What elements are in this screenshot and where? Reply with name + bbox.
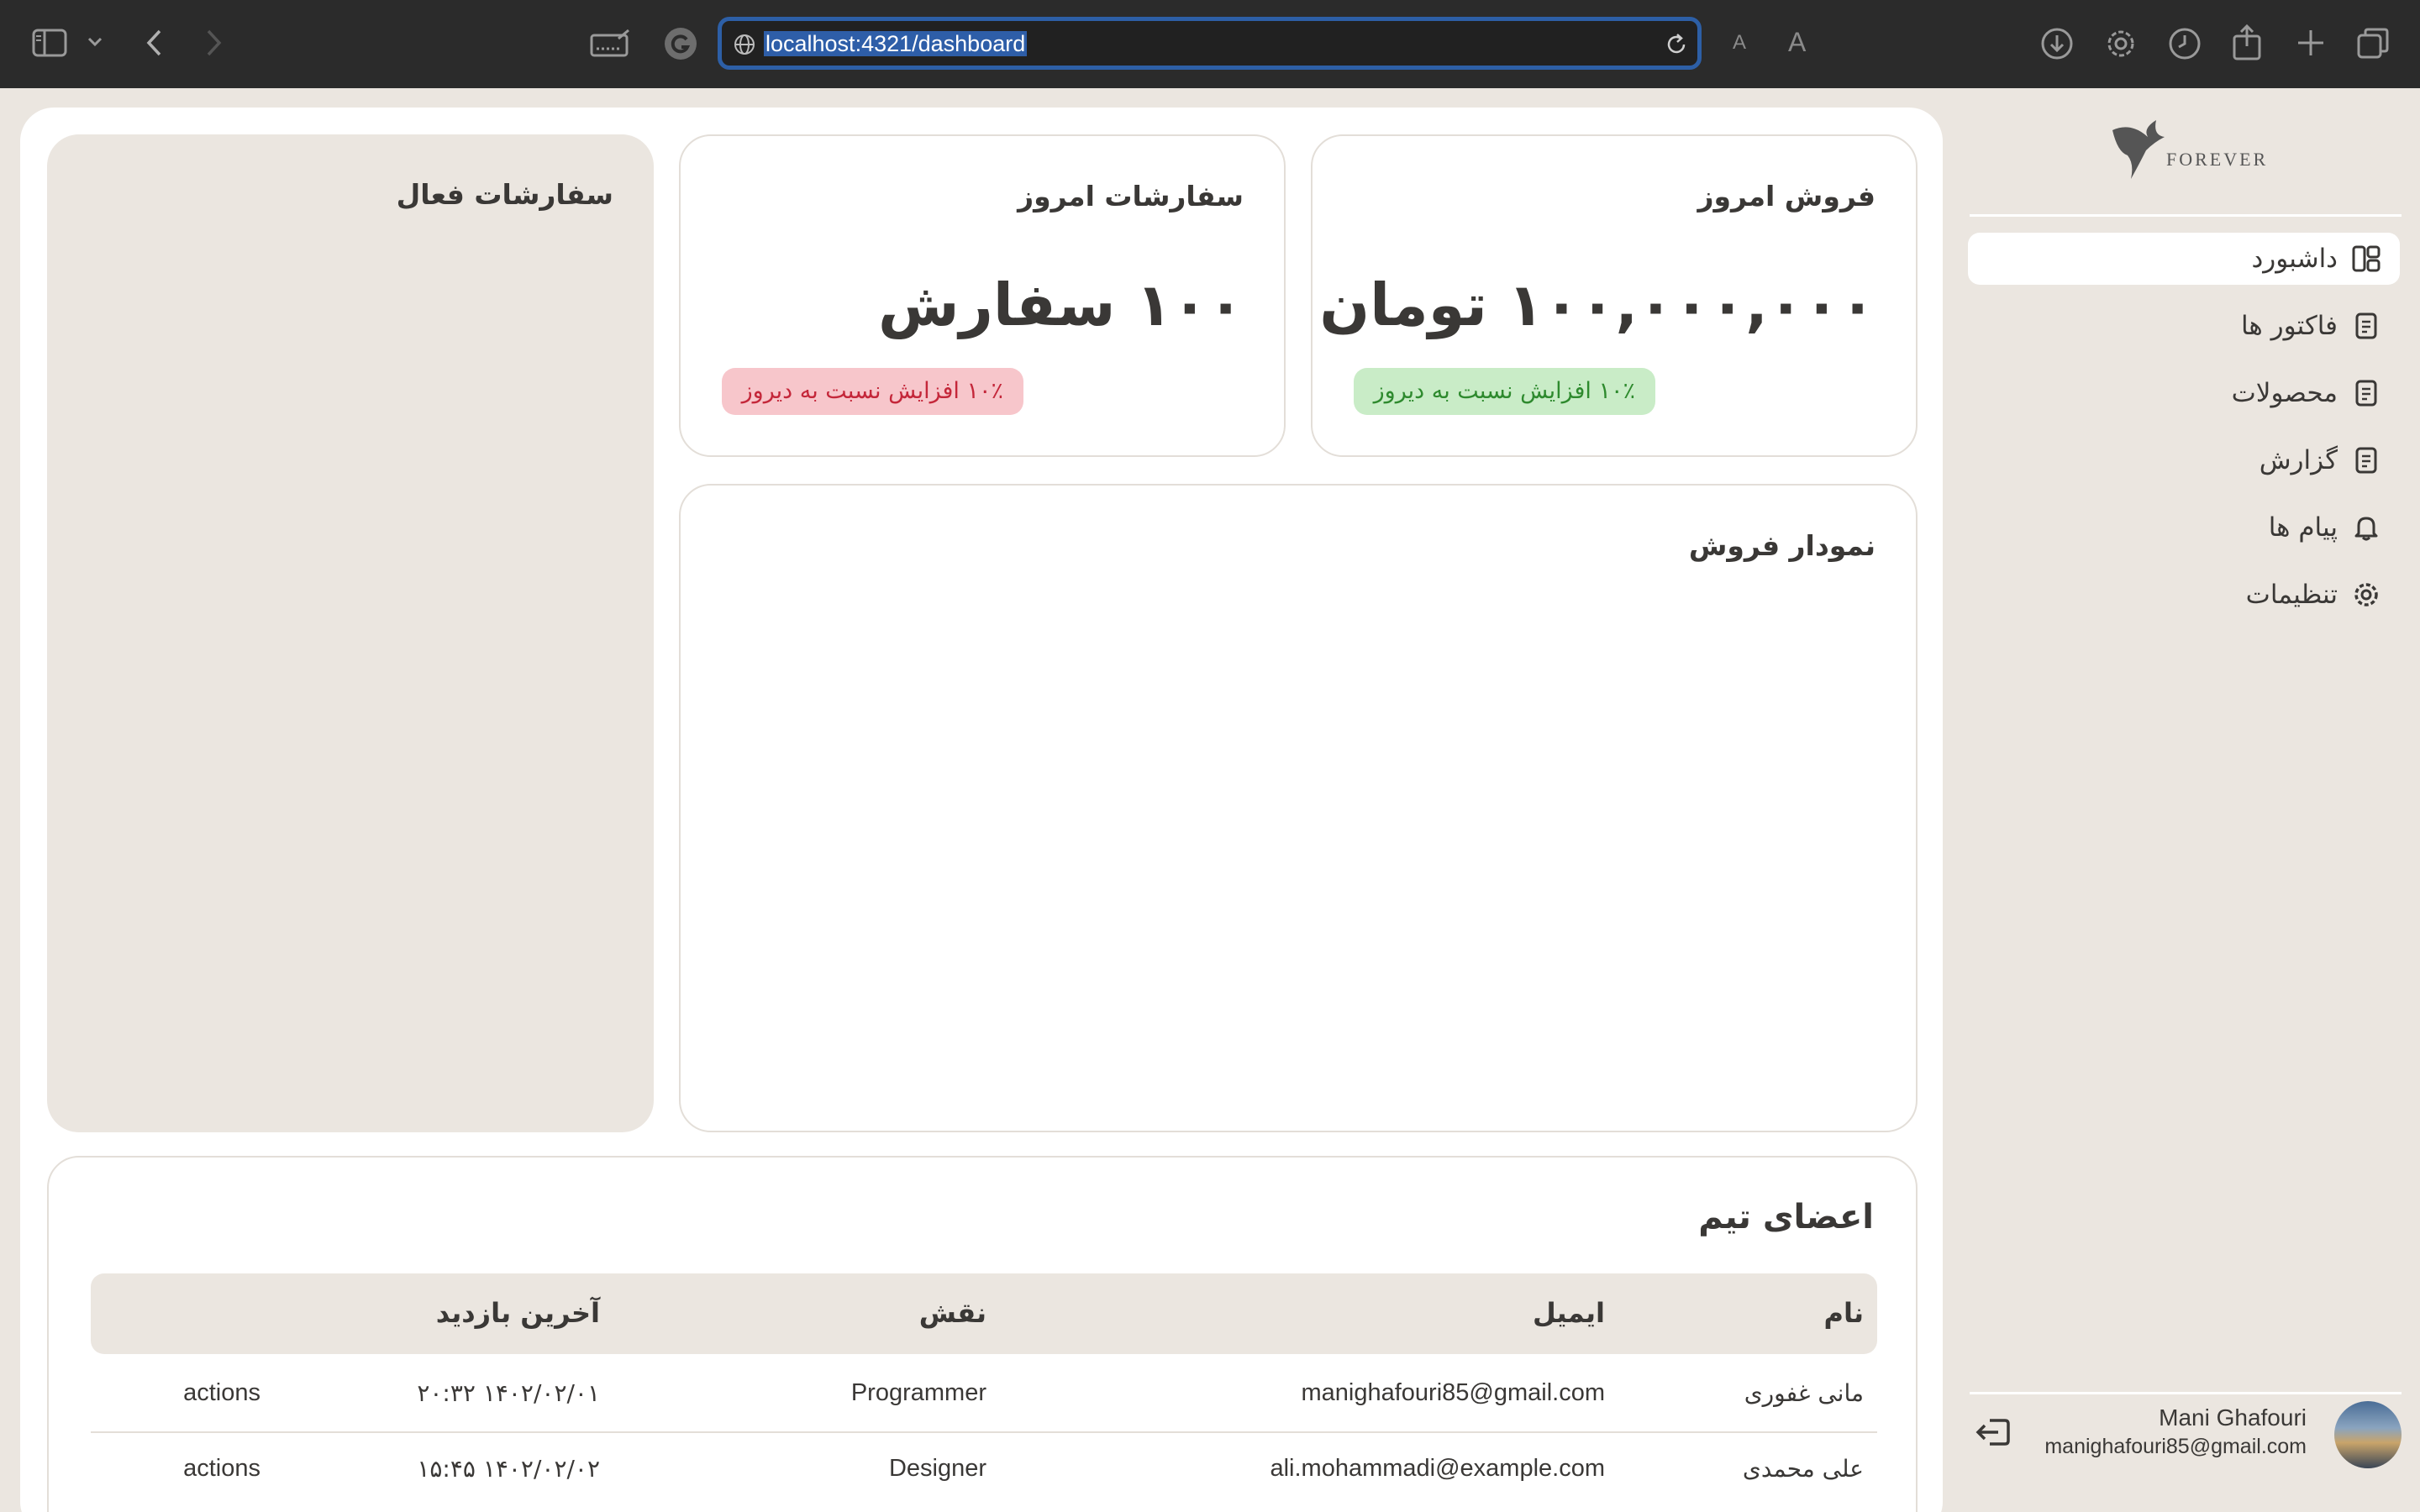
history-icon[interactable] [2168, 27, 2202, 60]
sidebar-item-reports[interactable]: گزارش [1968, 434, 2400, 486]
address-bar[interactable]: localhost:4321/dashboard [718, 17, 1702, 70]
card-title: فروش امروز [1697, 180, 1876, 213]
user-email: manighafouri85@gmail.com [2044, 1435, 2307, 1458]
team-members-card: اعضای تیم نام ایمیل نقش آخرین بازدید مان… [47, 1156, 1918, 1512]
sidebar-divider [1970, 214, 2402, 217]
sidebar-item-label: داشبورد [2251, 244, 2338, 274]
cell-last-visit: ۱۴۰۲/۰۲/۰۲ ۱۵:۴۵ [417, 1455, 600, 1483]
table-row: مانی غفوری manighafouri85@gmail.com Prog… [91, 1357, 1877, 1433]
cell-last-visit: ۱۴۰۲/۰۲/۰۱ ۲۰:۳۲ [417, 1379, 600, 1407]
actions-link[interactable]: actions [183, 1455, 260, 1483]
card-title: سفارشات امروز [1018, 180, 1244, 213]
back-icon[interactable] [145, 29, 163, 57]
globe-icon [734, 34, 755, 59]
plus-icon[interactable] [2296, 28, 2326, 58]
sidebar-item-messages[interactable]: پیام ها [1968, 501, 2400, 554]
sidebar-item-label: فاکتور ها [2240, 311, 2338, 341]
cell-email: ali.mohammadi@example.com [1270, 1455, 1605, 1482]
share-icon[interactable] [2232, 24, 2262, 60]
section-title: اعضای تیم [1698, 1198, 1874, 1236]
logo-text: FOREVER [2166, 149, 2269, 170]
sales-chart-card: نمودار فروش [679, 484, 1918, 1132]
user-profile: Mani Ghafouri manighafouri85@gmail.com [1941, 1382, 2420, 1508]
forward-icon [205, 29, 224, 57]
logout-icon[interactable] [1975, 1415, 2012, 1452]
url-text[interactable]: localhost:4321/dashboard [764, 31, 1028, 56]
sidebar-item-label: تنظیمات [2245, 580, 2338, 610]
orders-value: ۱۰۰ سفارش [878, 270, 1244, 339]
document-icon [2349, 309, 2383, 343]
bell-icon [2349, 511, 2383, 544]
increase-font-button[interactable]: A [1788, 27, 1806, 58]
document-icon [2349, 376, 2383, 410]
browser-toolbar: localhost:4321/dashboard A A [0, 0, 2420, 88]
status-badge: ۱۰٪ افزایش نسبت به دیروز [721, 368, 1023, 415]
table-header: نام ایمیل نقش آخرین بازدید [91, 1273, 1877, 1354]
cell-name: علی محمدی [1742, 1455, 1864, 1483]
tabs-icon[interactable] [2356, 27, 2390, 60]
column-header-last-visit: آخرین بازدید [435, 1297, 600, 1329]
sidebar-item-settings[interactable]: تنظیمات [1968, 569, 2400, 621]
sidebar-toggle-icon[interactable] [32, 29, 67, 57]
card-title: نمودار فروش [1688, 529, 1876, 562]
column-header-role: نقش [918, 1297, 986, 1329]
active-orders-card: سفارشات فعال [47, 134, 654, 1132]
table-row: علی محمدی ali.mohammadi@example.com Desi… [91, 1433, 1877, 1509]
avatar[interactable] [2334, 1401, 2402, 1468]
column-header-email: ایمیل [1532, 1297, 1605, 1329]
orders-today-card: سفارشات امروز ۱۰۰ سفارش ۱۰٪ افزایش نسبت … [679, 134, 1286, 457]
sales-value: ۱۰۰,۰۰۰,۰۰۰ تومان [1319, 270, 1876, 339]
forever-logo[interactable]: FOREVER [2106, 113, 2274, 189]
sidebar-item-dashboard[interactable]: داشبورد [1968, 233, 2400, 285]
sidebar-item-label: محصولات [2231, 378, 2338, 408]
sidebar: FOREVER داشبورد فاکتور ها محصولات گزارش … [1941, 88, 2420, 1512]
gear-icon[interactable] [2104, 27, 2138, 60]
document-icon [2349, 444, 2383, 477]
cell-email: manighafouri85@gmail.com [1301, 1379, 1606, 1406]
dashboard-icon [2349, 242, 2383, 276]
reader-icon[interactable] [590, 29, 632, 59]
main-content: فروش امروز ۱۰۰,۰۰۰,۰۰۰ تومان ۱۰٪ افزایش … [20, 108, 1943, 1512]
gear-icon [2349, 578, 2383, 612]
chevron-down-icon[interactable] [87, 37, 103, 47]
sidebar-item-products[interactable]: محصولات [1968, 367, 2400, 419]
actions-link[interactable]: actions [183, 1379, 260, 1407]
cell-name: مانی غفوری [1744, 1379, 1864, 1407]
sales-today-card: فروش امروز ۱۰۰,۰۰۰,۰۰۰ تومان ۱۰٪ افزایش … [1311, 134, 1918, 457]
decrease-font-button[interactable]: A [1733, 31, 1746, 55]
user-name: Mani Ghafouri [2159, 1404, 2307, 1431]
grammarly-icon[interactable] [664, 27, 697, 60]
sidebar-item-label: گزارش [2259, 445, 2338, 475]
download-icon[interactable] [2040, 27, 2074, 60]
cell-role: Programmer [850, 1379, 986, 1406]
sidebar-item-label: پیام ها [2268, 512, 2338, 543]
card-title: سفارشات فعال [396, 178, 613, 211]
sidebar-item-invoices[interactable]: فاکتور ها [1968, 300, 2400, 352]
reload-icon[interactable] [1664, 32, 1689, 60]
column-header-name: نام [1823, 1297, 1864, 1329]
cell-role: Designer [888, 1455, 986, 1482]
status-badge: ۱۰٪ افزایش نسبت به دیروز [1353, 368, 1655, 415]
